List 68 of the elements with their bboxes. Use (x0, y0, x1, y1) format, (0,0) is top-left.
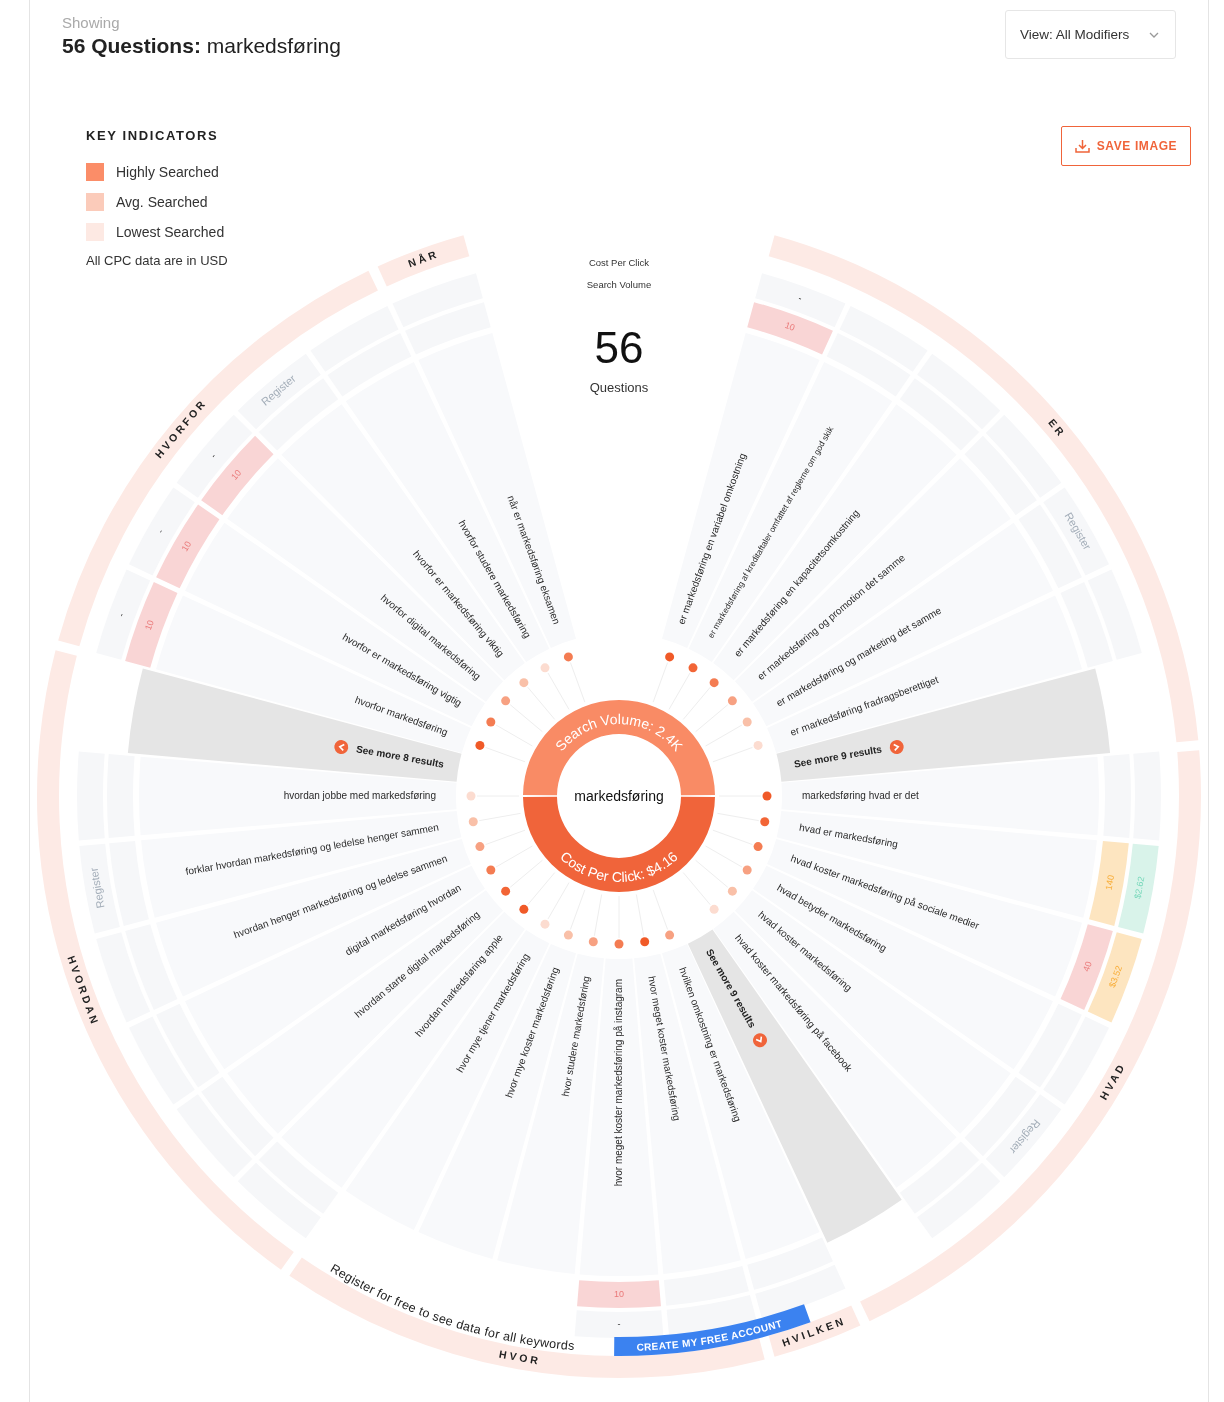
category-label: HVOR (498, 1347, 542, 1367)
cpc-value: - (617, 1319, 621, 1330)
leader-line (547, 882, 570, 920)
cpc-value: - (208, 451, 219, 460)
legend-label: Lowest Searched (116, 224, 225, 240)
leader-line (695, 704, 729, 733)
leader-line (717, 812, 760, 822)
leader-line (668, 672, 691, 710)
leader-line (527, 872, 556, 906)
leader-line (527, 686, 556, 720)
showing-label: Showing (62, 14, 121, 31)
leader-line (495, 724, 533, 747)
legend-title: KEY INDICATORS (86, 128, 220, 143)
leader-line (485, 829, 526, 846)
cpc-value: - (797, 293, 804, 304)
leader-line (682, 686, 711, 720)
leader-line (705, 845, 743, 868)
question-count-label: Questions (589, 380, 649, 395)
leader-line (509, 859, 543, 888)
chevron-down-icon (1149, 31, 1159, 38)
cpc-value: - (155, 527, 166, 535)
question-text[interactable]: hvor meget koster markedsføring (646, 975, 683, 1122)
leader-line (495, 845, 533, 868)
leader-line (485, 746, 526, 763)
volume-value: 10 (143, 618, 156, 632)
leader-line (652, 662, 669, 703)
leader-line (547, 672, 570, 710)
chevron-icon[interactable] (753, 1033, 767, 1048)
leader-line (569, 662, 586, 703)
leader-line (635, 894, 645, 937)
see-more-link[interactable]: See more 9 results (793, 743, 883, 770)
leader-line (509, 704, 543, 733)
chevron-icon[interactable] (334, 740, 349, 754)
download-icon (1074, 139, 1090, 153)
leader-line (712, 746, 753, 763)
leader-line (478, 812, 521, 822)
cpc-value: $3.52 (1106, 964, 1125, 989)
volume-heading: Search Volume (586, 279, 652, 290)
page-title: 56 Questions: markedsføring (62, 34, 341, 58)
leader-line (652, 889, 669, 930)
keyword-label: markedsføring (574, 787, 664, 804)
volume-value: 10 (614, 1289, 624, 1300)
legend-label: Highly Searched (116, 164, 219, 180)
leader-line (593, 894, 603, 937)
volume-value: 10 (179, 539, 194, 553)
see-more-link[interactable]: See more 8 results (355, 743, 445, 770)
category-label: NÅR (406, 247, 441, 270)
volume-value: 10 (783, 320, 797, 333)
leader-line (695, 859, 729, 888)
legend-label: Avg. Searched (116, 194, 208, 210)
view-dropdown[interactable]: View: All Modifiers (1005, 10, 1176, 59)
question-text[interactable]: hvordan jobbe med markedsføring (283, 789, 436, 801)
category-label: ER (1046, 416, 1069, 440)
cpc-value: $2.62 (1132, 875, 1147, 900)
question-count: 56 (594, 323, 644, 372)
chevron-icon[interactable] (889, 740, 904, 754)
leader-line (569, 889, 586, 930)
volume-value: 10 (229, 467, 244, 482)
leader-line (705, 724, 743, 747)
volume-value: 40 (1080, 960, 1094, 973)
cpc-value: - (116, 611, 127, 618)
cpc-heading: Cost Per Click (588, 257, 650, 268)
question-text[interactable]: markedsføring hvad er det (802, 789, 919, 801)
legend-note: All CPC data are in USD (86, 253, 228, 268)
question-text[interactable]: hvor meget koster markedsføring på instagram (612, 979, 624, 1187)
volume-value: 140 (1103, 874, 1117, 891)
leader-line (682, 872, 711, 906)
leader-line (712, 829, 753, 846)
